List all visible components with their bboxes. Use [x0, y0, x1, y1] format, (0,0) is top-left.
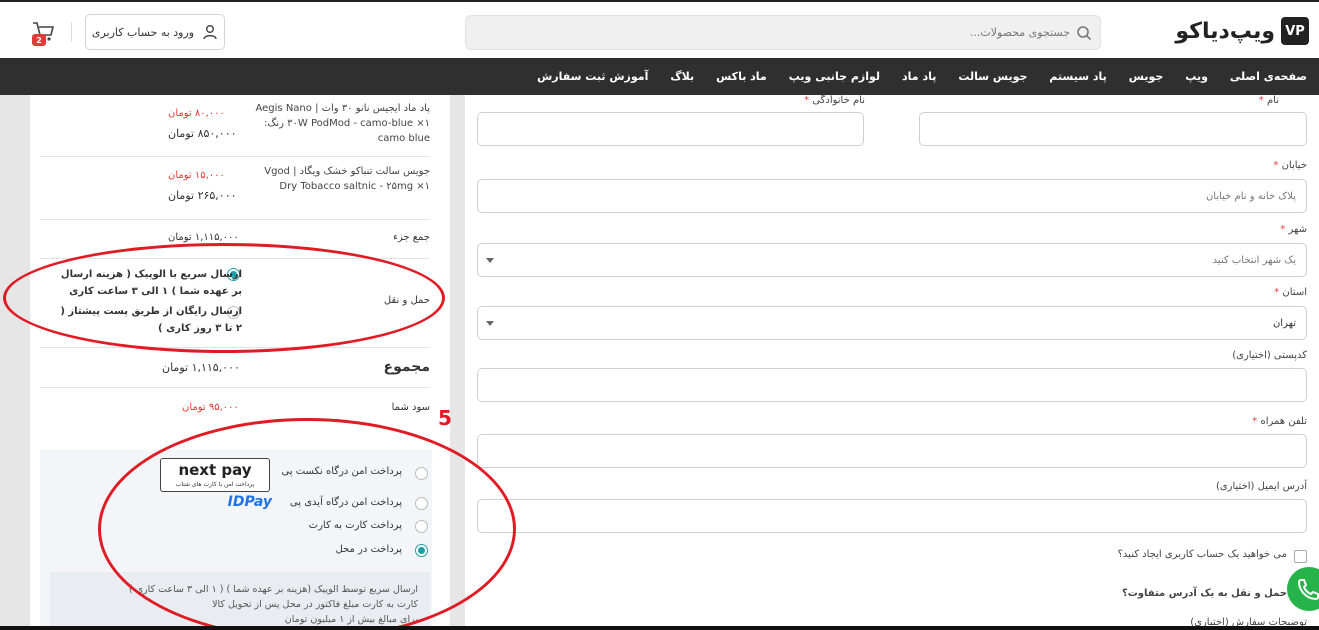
login-label: ورود به حساب کاربری	[91, 25, 195, 39]
street-label: خیابان *	[1273, 160, 1307, 171]
search-input[interactable]	[510, 16, 1070, 49]
main-nav: صفحه‌ی اصلی ویپ جویس پاد سیستم جویس سالت…	[0, 58, 1319, 95]
user-icon	[203, 25, 217, 40]
search-icon[interactable]	[1076, 25, 1092, 41]
postcode-label: کدپستی (اختیاری)	[1232, 350, 1307, 361]
phone-icon	[1297, 579, 1319, 601]
site-logo[interactable]: VP ویپ‌دیاکو	[1175, 14, 1309, 48]
nav-item-home[interactable]: صفحه‌ی اصلی	[1230, 70, 1307, 83]
nav-item-accessories[interactable]: لوازم جانبی ویپ	[789, 70, 880, 83]
row-divider	[40, 219, 430, 220]
total-value: ۱,۱۱۵,۰۰۰ تومان	[162, 361, 240, 374]
nav-item-vape[interactable]: ویپ	[1185, 70, 1208, 83]
product-price: ۸۵۰,۰۰۰ تومان	[168, 127, 237, 140]
header-divider	[71, 22, 72, 42]
first-name-label: نام *	[1258, 95, 1279, 106]
province-label: استان *	[1274, 287, 1307, 298]
login-button[interactable]: ورود به حساب کاربری	[85, 14, 225, 50]
annotation-step-number: 5	[438, 406, 452, 430]
phone-label: تلفن همراه *	[1252, 416, 1307, 427]
row-divider	[40, 387, 430, 388]
nav-item-pod-mod[interactable]: پاد ماد	[902, 70, 936, 83]
product-name: جویس سالت تنباکو خشک ویگاد | Vgod Dry To…	[264, 166, 430, 192]
product-price-old: ۸۰,۰۰۰ تومان	[168, 108, 225, 119]
product-name: پاد ماد ایجیس نانو ۳۰ وات | Aegis Nano ۳…	[255, 103, 430, 144]
total-label: مجموع	[383, 359, 430, 375]
postcode-field[interactable]	[477, 368, 1307, 402]
logo-text: ویپ‌دیاکو	[1175, 18, 1275, 44]
create-account-label: می خواهید یک حساب کاربری ایجاد کنید؟	[1117, 549, 1287, 560]
city-label: شهر *	[1280, 224, 1307, 235]
email-field[interactable]	[477, 499, 1307, 533]
product-price: ۲۶۵,۰۰۰ تومان	[168, 189, 237, 202]
nav-item-salt-juice[interactable]: جویس سالت	[958, 70, 1027, 83]
savings-label: سود شما	[391, 402, 430, 413]
cart-count-badge: 2	[32, 34, 46, 46]
province-select[interactable]: تهران	[477, 306, 1307, 340]
subtotal-label: جمع جزء	[393, 232, 430, 243]
phone-field[interactable]	[477, 434, 1307, 468]
last-name-field[interactable]	[477, 112, 864, 146]
ship-different-label[interactable]: حمل و نقل به یک آدرس متفاوت؟	[1122, 588, 1287, 599]
last-name-label: نام خانوادگی *	[804, 95, 865, 106]
create-account-checkbox[interactable]	[1294, 550, 1307, 563]
nav-item-juice[interactable]: جویس	[1129, 70, 1164, 83]
nav-item-blog[interactable]: بلاگ	[670, 70, 694, 83]
savings-value: ۹۵,۰۰۰ تومان	[182, 402, 239, 413]
cart-button[interactable]: 2	[30, 18, 56, 46]
nav-item-pod-system[interactable]: پاد سیستم	[1049, 70, 1106, 83]
billing-form: نام * نام خانوادگی * خیابان * پلاک خانه …	[465, 95, 1319, 630]
street-field[interactable]: پلاک خانه و نام خیابان	[477, 179, 1307, 213]
call-button[interactable]	[1287, 567, 1319, 611]
nav-item-order-guide[interactable]: آموزش ثبت سفارش	[537, 70, 648, 83]
logo-mark: VP	[1281, 17, 1309, 45]
city-select[interactable]: یک شهر انتخاب کنید	[477, 243, 1307, 277]
email-label: آدرس ایمیل (اختیاری)	[1215, 481, 1307, 492]
annotation-ellipse-payment	[98, 418, 516, 630]
product-price-old: ۱۵,۰۰۰ تومان	[168, 170, 225, 181]
site-header: VP ویپ‌دیاکو ورود به حساب کاربری 2	[0, 0, 1319, 58]
annotation-ellipse-shipping	[3, 243, 445, 353]
subtotal-value: ۱,۱۱۵,۰۰۰ تومان	[168, 232, 239, 243]
row-divider	[40, 156, 430, 157]
search-box	[465, 15, 1101, 50]
first-name-field[interactable]	[919, 112, 1307, 146]
nav-item-mod-box[interactable]: ماد باکس	[716, 70, 767, 83]
bottom-border	[0, 626, 1319, 630]
